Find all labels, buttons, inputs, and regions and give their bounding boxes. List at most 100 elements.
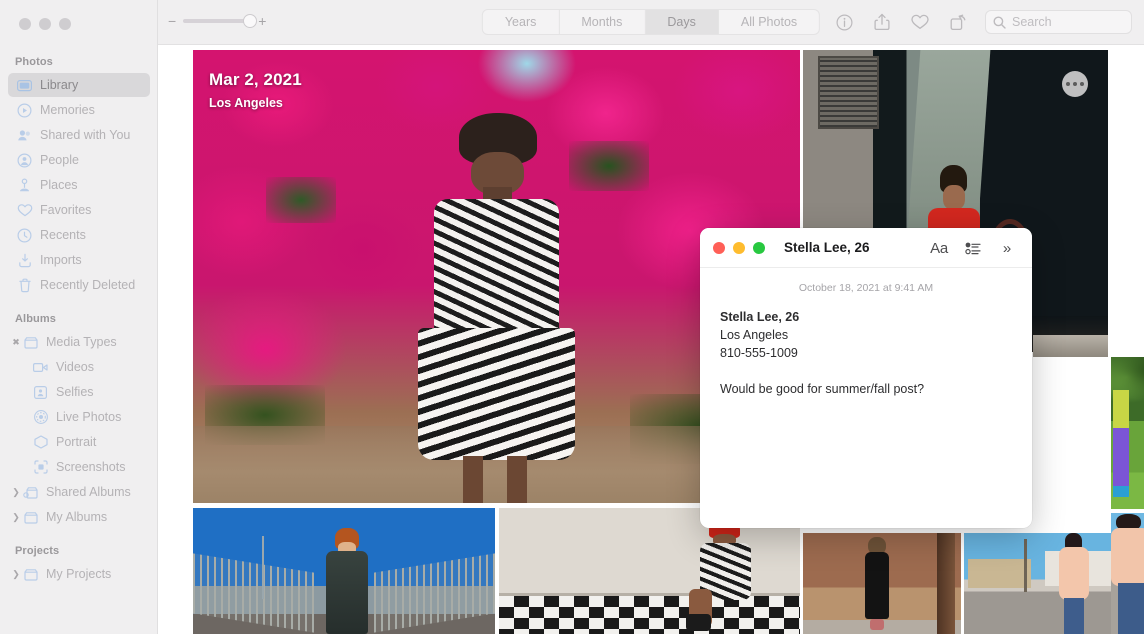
photo-tile-garden[interactable]	[1111, 357, 1144, 509]
note-zoom-button[interactable]	[753, 241, 765, 254]
photos-app-window: Photos Library Memories Shared with You	[0, 0, 1144, 634]
lamp-post	[262, 535, 265, 599]
photo-tile-sidewalk-strip[interactable]	[1033, 335, 1108, 357]
zoom-slider-knob[interactable]	[243, 14, 258, 28]
note-contact-name: Stella Lee, 26	[720, 310, 800, 324]
photo-image-brick-wall	[803, 533, 961, 634]
subject-figure	[1111, 513, 1144, 634]
rotate-icon[interactable]	[939, 9, 977, 35]
sidebar-item-recents[interactable]: Recents	[8, 223, 150, 247]
subject-figure	[685, 520, 764, 632]
chevron-right-icon[interactable]: ❯	[10, 487, 22, 497]
sidebar-item-shared-with-you[interactable]: Shared with You	[8, 123, 150, 147]
clock-icon	[16, 227, 33, 244]
sidebar-item-library[interactable]: Library	[8, 73, 150, 97]
info-icon[interactable]	[825, 9, 863, 35]
sidebar-item-live-photos[interactable]: Live Photos	[8, 405, 150, 429]
photo-tile-street-right-strip[interactable]	[1111, 513, 1144, 634]
photo-tile-brick-wall[interactable]	[803, 533, 961, 634]
tab-all-photos[interactable]: All Photos	[719, 10, 819, 34]
zoom-in-icon[interactable]: +	[258, 14, 266, 28]
screenshot-icon	[32, 459, 49, 476]
sidebar-group-title-projects: Projects	[15, 545, 60, 557]
window-traffic-lights[interactable]	[19, 18, 71, 30]
sidebar-item-shared-albums[interactable]: ❯ Shared Albums	[8, 480, 150, 504]
sidebar-item-label: Portrait	[56, 435, 97, 449]
search-input[interactable]: Search	[1012, 15, 1052, 29]
photo-image-street-right	[1111, 513, 1144, 634]
note-body[interactable]: October 18, 2021 at 9:41 AM Stella Lee, …	[700, 268, 1032, 398]
subject-figure	[861, 537, 893, 630]
zoom-button[interactable]	[59, 18, 71, 30]
sidebar-item-label: Memories	[40, 103, 95, 117]
photo-location: Los Angeles	[209, 96, 283, 110]
sidebar-item-media-types[interactable]: ✖ Media Types	[8, 330, 150, 354]
trash-icon	[16, 277, 33, 294]
selfie-icon	[32, 384, 49, 401]
photo-tile-bridge[interactable]	[193, 508, 495, 634]
sidebar-item-videos[interactable]: Videos	[8, 355, 150, 379]
zoom-slider-track[interactable]	[183, 14, 258, 28]
chevron-down-icon[interactable]: ✖	[10, 337, 22, 347]
note-titlebar[interactable]: Stella Lee, 26 Aa »	[700, 228, 1032, 268]
photo-date: Mar 2, 2021	[209, 70, 302, 89]
sidebar-item-imports[interactable]: Imports	[8, 248, 150, 272]
railing-right	[374, 553, 495, 634]
sidebar-item-my-albums[interactable]: ❯ My Albums	[8, 505, 150, 529]
toolbar: − + Years Months Days All Photos Search	[158, 0, 1144, 45]
sidebar-item-label: My Projects	[46, 567, 112, 581]
close-button[interactable]	[19, 18, 31, 30]
favorite-heart-icon[interactable]	[901, 9, 939, 35]
note-traffic-lights[interactable]	[713, 241, 765, 254]
format-aa-icon[interactable]: Aa	[924, 235, 954, 261]
sidebar-item-favorites[interactable]: Favorites	[8, 198, 150, 222]
photo-image-garden	[1111, 357, 1144, 509]
note-window[interactable]: Stella Lee, 26 Aa » October 18, 2021 at …	[700, 228, 1032, 528]
utility-pole	[1024, 539, 1028, 592]
sidebar-item-label: Recently Deleted	[40, 278, 136, 292]
sidebar-item-people[interactable]: People	[8, 148, 150, 172]
people-icon	[16, 152, 33, 169]
sidebar-item-selfies[interactable]: Selfies	[8, 380, 150, 404]
sidebar-item-my-projects[interactable]: ❯ My Projects	[8, 562, 150, 586]
minimize-button[interactable]	[39, 18, 51, 30]
note-minimize-button[interactable]	[733, 241, 745, 254]
shared-with-you-icon	[16, 127, 33, 144]
share-icon[interactable]	[863, 9, 901, 35]
view-mode-segmented-control[interactable]: Years Months Days All Photos	[481, 9, 821, 35]
chevron-right-icon[interactable]: ❯	[10, 569, 22, 579]
sidebar-item-places[interactable]: Places	[8, 173, 150, 197]
shared-folder-icon	[22, 484, 39, 501]
subject-figure	[412, 113, 582, 503]
chevron-right-icon[interactable]: ❯	[10, 512, 22, 522]
sidebar-item-memories[interactable]: Memories	[8, 98, 150, 122]
sidebar-item-label: Favorites	[40, 203, 92, 217]
note-toolbar-actions: Aa »	[924, 228, 1022, 268]
zoom-slider[interactable]: − +	[168, 14, 266, 28]
heart-icon	[16, 202, 33, 219]
folder-icon	[22, 509, 39, 526]
foliage-shape	[265, 176, 336, 223]
tab-days[interactable]: Days	[645, 10, 719, 34]
sidebar-scroll-area[interactable]: Photos Library Memories Shared with You	[0, 50, 158, 587]
sidebar-item-label: Shared Albums	[46, 485, 131, 499]
sidebar: Photos Library Memories Shared with You	[0, 0, 158, 634]
sidebar-item-portrait[interactable]: Portrait	[8, 430, 150, 454]
tab-months[interactable]: Months	[559, 10, 646, 34]
sidebar-item-label: Places	[40, 178, 78, 192]
note-contact-city: Los Angeles	[720, 328, 789, 342]
note-close-button[interactable]	[713, 241, 725, 254]
more-options-button[interactable]	[1062, 71, 1088, 97]
note-contact-phone: 810-555-1009	[720, 346, 798, 360]
sidebar-item-screenshots[interactable]: Screenshots	[8, 455, 150, 479]
folder-icon	[22, 334, 39, 351]
zoom-out-icon[interactable]: −	[168, 14, 176, 28]
expand-chevrons-icon[interactable]: »	[992, 235, 1022, 261]
search-field[interactable]: Search	[985, 10, 1132, 34]
sidebar-item-label: Recents	[40, 228, 86, 242]
live-photo-icon	[32, 409, 49, 426]
tab-years[interactable]: Years	[483, 10, 560, 34]
checklist-icon[interactable]	[958, 235, 988, 261]
sidebar-item-label: Shared with You	[40, 128, 131, 142]
sidebar-item-recently-deleted[interactable]: Recently Deleted	[8, 273, 150, 297]
